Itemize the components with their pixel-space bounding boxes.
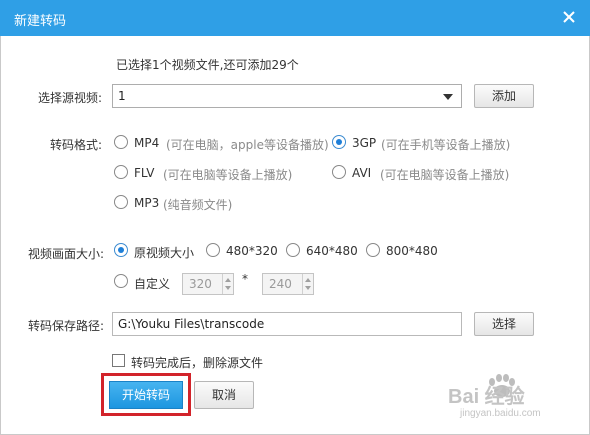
radio-3gp[interactable] [332, 135, 346, 149]
radio-mp4[interactable] [114, 135, 128, 149]
size-800x480-label: 800*480 [386, 244, 438, 258]
watermark-text: Bai 经验 [448, 386, 525, 408]
custom-width-value: 320 [189, 277, 212, 291]
size-separator: * [242, 272, 248, 286]
watermark-subtext: jingyan.baidu.com [460, 408, 541, 419]
chevron-down-icon [443, 94, 453, 100]
format-flv-label: FLV [134, 166, 155, 180]
start-transcode-button[interactable]: 开始转码 [109, 381, 183, 409]
radio-size-custom[interactable] [114, 274, 128, 288]
format-mp4-label: MP4 [134, 136, 160, 150]
delete-source-label: 转码完成后，删除源文件 [131, 356, 264, 370]
close-icon[interactable] [556, 4, 582, 30]
radio-avi[interactable] [332, 165, 346, 179]
delete-source-checkbox[interactable] [112, 354, 125, 367]
selection-info: 已选择1个视频文件,还可添加29个 [116, 58, 299, 72]
format-label: 转码格式: [50, 138, 103, 152]
format-mp3-hint: (纯音频文件) [163, 198, 233, 212]
custom-height-input[interactable]: 240 [262, 273, 314, 295]
size-original-label: 原视频大小 [134, 246, 195, 260]
format-flv-hint: (可在电脑等设备上播放) [163, 168, 293, 182]
baidu-watermark: Bai 经验 jingyan.baidu.com [448, 370, 580, 426]
custom-width-input[interactable]: 320 [182, 273, 234, 295]
size-label: 视频画面大小: [28, 247, 105, 261]
add-button[interactable]: 添加 [474, 84, 534, 108]
output-path-field[interactable]: G:\Youku Files\transcode [112, 312, 462, 336]
radio-size-640x480[interactable] [286, 243, 300, 257]
format-3gp-hint: (可在手机等设备上播放) [381, 138, 511, 152]
source-video-value: 1 [118, 89, 126, 103]
radio-size-original[interactable] [114, 243, 128, 257]
format-avi-label: AVI [352, 166, 372, 180]
format-avi-hint: (可在电脑等设备上播放) [380, 168, 510, 182]
format-mp4-hint: (可在电脑，apple等设备播放) [166, 138, 329, 152]
cancel-button[interactable]: 取消 [194, 381, 254, 409]
radio-mp3[interactable] [114, 195, 128, 209]
output-path-label: 转码保存路径: [28, 319, 105, 333]
radio-size-480x320[interactable] [206, 243, 220, 257]
radio-flv[interactable] [114, 165, 128, 179]
format-mp3-label: MP3 [134, 196, 160, 210]
size-custom-label: 自定义 [134, 277, 171, 291]
width-spinner[interactable] [222, 274, 233, 294]
size-480x320-label: 480*320 [226, 244, 278, 258]
title-bar: 新建转码 [0, 0, 590, 36]
format-3gp-label: 3GP [352, 136, 377, 150]
height-spinner[interactable] [302, 274, 313, 294]
size-640x480-label: 640*480 [306, 244, 358, 258]
choose-path-button[interactable]: 选择 [474, 312, 534, 336]
dialog-title: 新建转码 [14, 14, 67, 29]
source-video-select[interactable]: 1 [112, 84, 462, 108]
custom-height-value: 240 [269, 277, 292, 291]
source-label: 选择源视频: [38, 91, 103, 105]
output-path-value: G:\Youku Files\transcode [118, 317, 265, 331]
radio-size-800x480[interactable] [366, 243, 380, 257]
